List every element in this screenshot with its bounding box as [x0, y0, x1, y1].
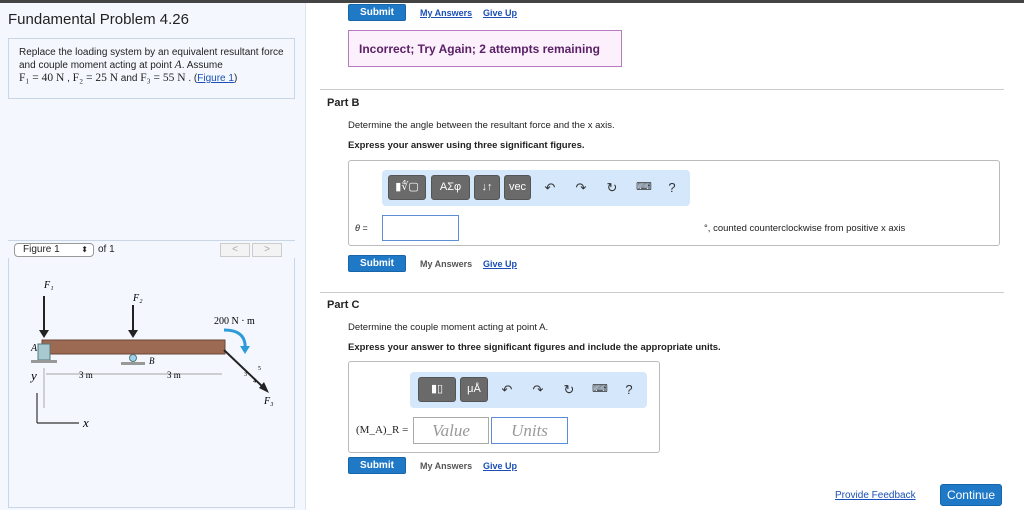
statement-text-2: . Assume — [181, 60, 223, 71]
subscript-button[interactable]: ↓↑ — [474, 175, 500, 200]
figure-link[interactable]: Figure 1 — [197, 73, 234, 84]
part-c-instruction: Express your answer to three significant… — [348, 342, 721, 353]
part-b-question: Determine the angle between the resultan… — [348, 120, 615, 131]
units-template-button[interactable]: ▮▯ — [418, 377, 456, 402]
part-c-question: Determine the couple moment acting at po… — [348, 322, 549, 333]
label-a: A — [30, 343, 38, 354]
part-b-label: Part B — [327, 97, 360, 109]
label-moment: 200 N · m — [214, 316, 255, 327]
label-b: B — [149, 356, 155, 366]
keyboard-icon[interactable]: ⌨ — [636, 180, 652, 193]
label-f3: F₃ — [263, 396, 274, 407]
and-text: and — [118, 73, 141, 84]
part-b-instruction: Express your answer using three signific… — [348, 140, 585, 151]
redo-icon[interactable]: ↷ — [573, 180, 589, 196]
templates-button[interactable]: ▮∜▢ — [388, 175, 426, 200]
problem-statement: Replace the loading system by an equival… — [8, 38, 295, 99]
theta-input[interactable] — [382, 215, 459, 241]
part-c-label: Part C — [327, 299, 360, 311]
figure-select[interactable]: Figure 1 ⬍ — [14, 243, 94, 257]
label-d2: 3 m — [167, 370, 181, 380]
pin-support-a — [31, 360, 57, 363]
label-f2: F₂ — [132, 293, 143, 304]
moment-label: (M_A)_R = — [356, 424, 409, 436]
beam-figure: F₁ F₂ F₃ 200 N · m A B 3 m 3 m y x 3 4 5 — [29, 280, 274, 430]
units-input[interactable]: Units — [491, 417, 568, 444]
f1-value: F₁ = 40 N — [19, 72, 65, 84]
continue-button[interactable]: Continue — [940, 484, 1002, 506]
theta-label: θ = — [355, 223, 368, 233]
slope-3: 3 — [244, 372, 247, 378]
prev-figure-button[interactable]: < — [220, 243, 250, 257]
incorrect-feedback: Incorrect; Try Again; 2 attempts remaini… — [348, 30, 622, 67]
my-answers-part-b[interactable]: My Answers — [420, 259, 472, 269]
give-up-part-c[interactable]: Give Up — [483, 461, 517, 471]
redo-icon[interactable]: ↷ — [530, 382, 546, 398]
help-icon[interactable]: ? — [664, 180, 680, 195]
next-figure-button[interactable]: > — [252, 243, 282, 257]
label-y: y — [29, 368, 37, 383]
label-d1: 3 m — [79, 370, 93, 380]
figure-count: of 1 — [98, 244, 115, 255]
vector-button[interactable]: vec — [504, 175, 531, 200]
units-button[interactable]: μÅ — [460, 377, 488, 402]
value-input[interactable]: Value — [413, 417, 489, 444]
slope-4: 4 — [253, 379, 256, 385]
figure-select-value: Figure 1 — [23, 244, 60, 255]
reset-icon[interactable]: ↻ — [561, 382, 577, 398]
figure-box: F₁ F₂ F₃ 200 N · m A B 3 m 3 m y x 3 4 5 — [8, 258, 295, 508]
submit-button-part-c[interactable]: Submit — [348, 457, 406, 474]
slope-5: 5 — [258, 366, 261, 372]
provide-feedback-link[interactable]: Provide Feedback — [835, 490, 916, 501]
give-up-part-b[interactable]: Give Up — [483, 259, 517, 269]
submit-button-part-a[interactable]: Submit — [348, 4, 406, 21]
roller-support-b — [129, 354, 137, 362]
select-arrows-icon: ⬍ — [81, 245, 88, 254]
label-x: x — [82, 415, 89, 430]
figure-nav: Figure 1 ⬍ of 1 < > — [8, 240, 295, 257]
divider — [320, 292, 1004, 293]
f2-value: F₂ = 25 N — [72, 72, 118, 84]
undo-icon[interactable]: ↶ — [542, 180, 558, 196]
greek-symbols-button[interactable]: ΑΣφ — [431, 175, 470, 200]
keyboard-icon[interactable]: ⌨ — [592, 382, 608, 395]
theta-unit: °, counted counterclockwise from positiv… — [704, 223, 906, 234]
page-title: Fundamental Problem 4.26 — [8, 11, 189, 28]
my-answers-link[interactable]: My Answers — [420, 8, 472, 18]
divider — [320, 89, 1004, 90]
point-a: A — [174, 59, 182, 71]
beam — [41, 339, 226, 355]
label-f1: F₁ — [43, 280, 54, 291]
reset-icon[interactable]: ↻ — [604, 180, 620, 196]
submit-button-part-b[interactable]: Submit — [348, 255, 406, 272]
help-icon[interactable]: ? — [621, 382, 637, 397]
statement-text: Replace the loading system by an equival… — [19, 47, 284, 71]
f3-value: F₃ = 55 N — [140, 72, 186, 84]
give-up-link[interactable]: Give Up — [483, 8, 517, 18]
my-answers-part-c[interactable]: My Answers — [420, 461, 472, 471]
undo-icon[interactable]: ↶ — [499, 382, 515, 398]
